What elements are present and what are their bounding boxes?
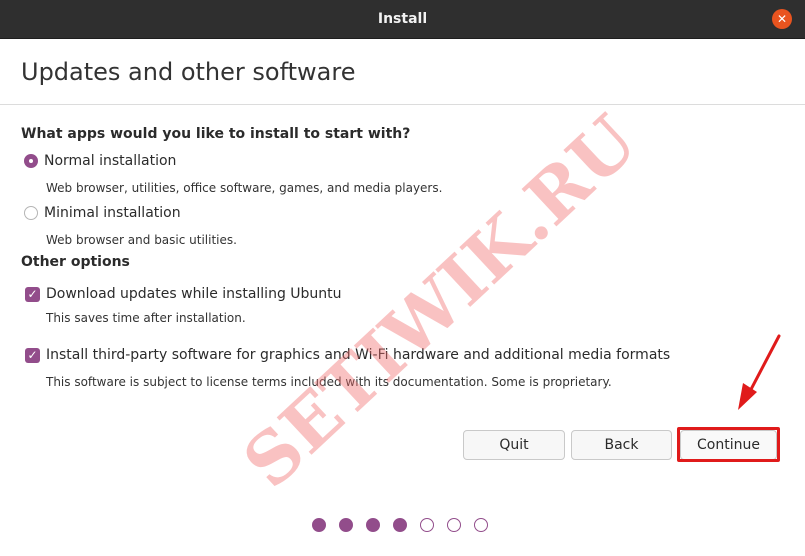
- other-options-heading: Other options: [21, 254, 130, 270]
- window-titlebar: Install ✕: [0, 0, 805, 39]
- third-party-software-checkbox[interactable]: ✓ Install third-party software for graph…: [25, 346, 670, 364]
- download-updates-label: Download updates while installing Ubuntu: [46, 286, 342, 302]
- progress-dot: [474, 518, 488, 532]
- minimal-installation-label: Minimal installation: [44, 205, 181, 221]
- progress-dot: [393, 518, 407, 532]
- window-title: Install: [377, 11, 428, 27]
- normal-installation-radio[interactable]: Normal installation: [24, 152, 176, 170]
- checkbox-checked-icon[interactable]: ✓: [25, 286, 40, 302]
- progress-dot: [366, 518, 380, 532]
- progress-dot: [447, 518, 461, 532]
- progress-dots: [312, 518, 501, 532]
- download-updates-checkbox[interactable]: ✓ Download updates while installing Ubun…: [25, 285, 342, 303]
- radio-unselected-icon[interactable]: [24, 206, 38, 220]
- continue-highlight-box: [677, 427, 780, 462]
- close-icon[interactable]: ✕: [772, 9, 792, 29]
- normal-installation-label: Normal installation: [44, 153, 177, 169]
- third-party-software-label: Install third-party software for graphic…: [46, 347, 671, 363]
- back-button[interactable]: Back: [571, 430, 672, 460]
- checkbox-checked-icon[interactable]: ✓: [25, 347, 40, 363]
- minimal-installation-radio[interactable]: Minimal installation: [24, 204, 181, 222]
- progress-dot: [312, 518, 326, 532]
- normal-installation-description: Web browser, utilities, office software,…: [46, 181, 443, 195]
- third-party-software-description: This software is subject to license term…: [46, 375, 612, 389]
- quit-button[interactable]: Quit: [463, 430, 565, 460]
- apps-section-heading: What apps would you like to install to s…: [21, 126, 411, 142]
- radio-selected-icon[interactable]: [24, 154, 38, 168]
- progress-dot: [339, 518, 353, 532]
- download-updates-description: This saves time after installation.: [46, 311, 246, 325]
- header-divider: [0, 104, 805, 105]
- minimal-installation-description: Web browser and basic utilities.: [46, 233, 237, 247]
- page-title: Updates and other software: [21, 58, 356, 86]
- progress-dot: [420, 518, 434, 532]
